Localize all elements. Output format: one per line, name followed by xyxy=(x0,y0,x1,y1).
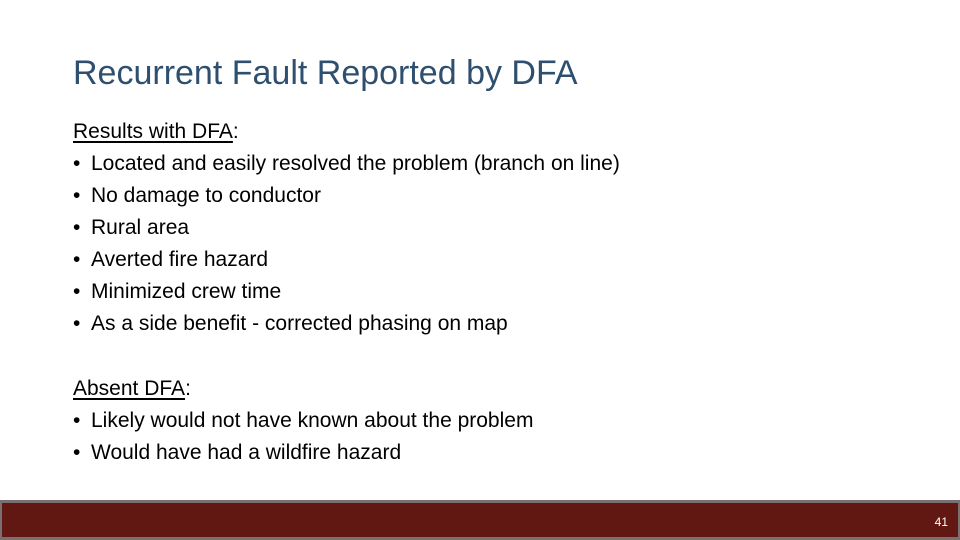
list-item: • Located and easily resolved the problem… xyxy=(73,148,933,180)
bullet-list: • Located and easily resolved the problem… xyxy=(73,148,933,340)
bullet-icon: • xyxy=(73,152,81,175)
bullet-icon: • xyxy=(73,280,81,303)
bullet-icon: • xyxy=(73,248,81,271)
bullet-icon: • xyxy=(73,184,81,207)
list-item: • Rural area xyxy=(73,212,933,244)
list-item: • Minimized crew time xyxy=(73,276,933,308)
section-heading: Results with DFA: xyxy=(73,120,239,143)
bullet-icon: • xyxy=(73,409,81,432)
slide-title: Recurrent Fault Reported by DFA xyxy=(73,54,578,92)
slide-body: Results with DFA: • Located and easily re… xyxy=(73,116,933,469)
bullet-icon: • xyxy=(73,441,81,464)
list-item: • Likely would not have known about the p… xyxy=(73,405,933,437)
section-heading: Absent DFA: xyxy=(73,377,191,400)
bullet-icon: • xyxy=(73,312,81,335)
footer-bar-fill: 41 xyxy=(2,503,958,537)
section-absent-dfa: Absent DFA: • Likely would not have known… xyxy=(73,373,933,469)
bullet-icon: • xyxy=(73,216,81,239)
list-item: • No damage to conductor xyxy=(73,180,933,212)
bullet-list: • Likely would not have known about the p… xyxy=(73,405,933,469)
list-item: • As a side benefit - corrected phasing o… xyxy=(73,308,933,340)
list-item: • Averted fire hazard xyxy=(73,244,933,276)
list-item: • Would have had a wildfire hazard xyxy=(73,437,933,469)
page-number: 41 xyxy=(934,515,948,529)
section-results-with-dfa: Results with DFA: • Located and easily re… xyxy=(73,116,933,340)
footer-bar: 41 xyxy=(0,500,960,540)
